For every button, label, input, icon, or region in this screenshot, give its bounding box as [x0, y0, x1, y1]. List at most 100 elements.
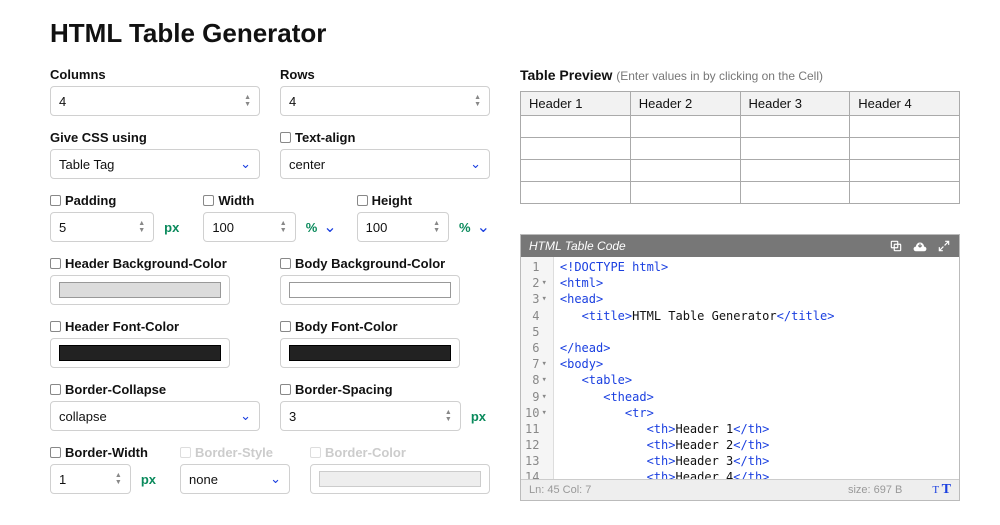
border-spacing-input[interactable]: 3 ▲▼: [280, 401, 461, 431]
stepper-icon[interactable]: ▲▼: [280, 220, 287, 234]
width-input[interactable]: 100 ▲▼: [203, 212, 295, 242]
border-width-unit[interactable]: px: [141, 472, 156, 487]
border-width-checkbox[interactable]: [50, 447, 61, 458]
preview-cell[interactable]: [740, 182, 850, 204]
expand-icon[interactable]: [937, 239, 951, 253]
preview-cell[interactable]: [521, 182, 631, 204]
body-bg-color[interactable]: [280, 275, 460, 305]
header-bg-label: Header Background-Color: [50, 256, 260, 271]
preview-cell[interactable]: [850, 138, 960, 160]
code-gutter: 1 2▾3▾4 5 6 7▾8▾9▾10▾11 12 13 14 15 16: [521, 257, 554, 479]
chevron-down-icon: ⌄: [270, 471, 281, 487]
code-panel: HTML Table Code 1 2▾3▾4 5 6 7▾8▾9▾10▾11 …: [520, 234, 960, 501]
columns-input[interactable]: 4 ▲▼: [50, 86, 260, 116]
border-color-swatch[interactable]: [310, 464, 490, 494]
header-font-checkbox[interactable]: [50, 321, 61, 332]
stepper-icon[interactable]: ▲▼: [433, 220, 440, 234]
preview-cell[interactable]: [630, 160, 740, 182]
chevron-down-icon[interactable]: ⌄: [323, 217, 336, 237]
border-width-value: 1: [59, 472, 66, 487]
padding-unit[interactable]: px: [164, 220, 179, 235]
width-checkbox[interactable]: [203, 195, 214, 206]
chevron-down-icon[interactable]: ⌄: [477, 217, 490, 237]
stepper-icon[interactable]: ▲▼: [115, 472, 122, 486]
height-label: Height: [357, 193, 490, 208]
text-align-value: center: [289, 157, 325, 172]
preview-cell[interactable]: [630, 138, 740, 160]
body-font-checkbox[interactable]: [280, 321, 291, 332]
settings-form: Columns 4 ▲▼ Rows 4 ▲▼ Give CSS using Ta…: [50, 67, 490, 508]
preview-cell[interactable]: [521, 116, 631, 138]
preview-header-cell[interactable]: Header 4: [850, 92, 960, 116]
preview-cell[interactable]: [850, 116, 960, 138]
stepper-icon[interactable]: ▲▼: [138, 220, 145, 234]
width-value: 100: [212, 220, 234, 235]
border-collapse-label: Border-Collapse: [50, 382, 260, 397]
chevron-down-icon: ⌄: [240, 156, 251, 172]
border-collapse-checkbox[interactable]: [50, 384, 61, 395]
text-size-icon[interactable]: T T: [932, 482, 951, 498]
css-using-value: Table Tag: [59, 157, 114, 172]
preview-hint: (Enter values in by clicking on the Cell…: [616, 69, 823, 83]
preview-cell[interactable]: [740, 116, 850, 138]
padding-input[interactable]: 5 ▲▼: [50, 212, 154, 242]
border-spacing-checkbox[interactable]: [280, 384, 291, 395]
stepper-icon[interactable]: ▲▼: [474, 94, 481, 108]
preview-header-cell[interactable]: Header 1: [521, 92, 631, 116]
columns-label: Columns: [50, 67, 260, 82]
columns-value: 4: [59, 94, 66, 109]
preview-cell[interactable]: [630, 116, 740, 138]
preview-header-cell[interactable]: Header 3: [740, 92, 850, 116]
preview-cell[interactable]: [850, 182, 960, 204]
table-preview[interactable]: Header 1Header 2Header 3Header 4: [520, 91, 960, 204]
border-style-value: none: [189, 472, 218, 487]
body-font-label: Body Font-Color: [280, 319, 490, 334]
code-statusbar: Ln: 45 Col: 7 size: 697 B T T: [521, 479, 959, 500]
copy-icon[interactable]: [889, 239, 903, 253]
border-spacing-label: Border-Spacing: [280, 382, 490, 397]
border-style-checkbox[interactable]: [180, 447, 191, 458]
preview-cell[interactable]: [740, 138, 850, 160]
text-align-checkbox[interactable]: [280, 132, 291, 143]
padding-label: Padding: [50, 193, 183, 208]
height-unit[interactable]: %: [459, 220, 471, 235]
preview-cell[interactable]: [850, 160, 960, 182]
width-unit[interactable]: %: [306, 220, 318, 235]
border-spacing-value: 3: [289, 409, 296, 424]
code-content[interactable]: <!DOCTYPE html><html><head> <title>HTML …: [554, 257, 848, 479]
preview-cell[interactable]: [740, 160, 850, 182]
chevron-down-icon: ⌄: [240, 408, 251, 424]
body-font-color[interactable]: [280, 338, 460, 368]
height-value: 100: [366, 220, 388, 235]
rows-input[interactable]: 4 ▲▼: [280, 86, 490, 116]
preview-header-cell[interactable]: Header 2: [630, 92, 740, 116]
preview-cell[interactable]: [521, 160, 631, 182]
preview-title: Table Preview (Enter values in by clicki…: [520, 67, 960, 83]
border-color-checkbox[interactable]: [310, 447, 321, 458]
width-label: Width: [203, 193, 336, 208]
header-bg-color[interactable]: [50, 275, 230, 305]
border-collapse-select[interactable]: collapse ⌄: [50, 401, 260, 431]
stepper-icon[interactable]: ▲▼: [445, 409, 452, 423]
padding-checkbox[interactable]: [50, 195, 61, 206]
height-input[interactable]: 100 ▲▼: [357, 212, 449, 242]
rows-value: 4: [289, 94, 296, 109]
header-font-color[interactable]: [50, 338, 230, 368]
border-collapse-value: collapse: [59, 409, 107, 424]
body-bg-checkbox[interactable]: [280, 258, 291, 269]
header-bg-checkbox[interactable]: [50, 258, 61, 269]
height-checkbox[interactable]: [357, 195, 368, 206]
border-spacing-unit[interactable]: px: [471, 409, 486, 424]
preview-cell[interactable]: [630, 182, 740, 204]
css-using-select[interactable]: Table Tag ⌄: [50, 149, 260, 179]
text-align-select[interactable]: center ⌄: [280, 149, 490, 179]
text-align-label: Text-align: [280, 130, 490, 145]
preview-cell[interactable]: [521, 138, 631, 160]
download-icon[interactable]: [913, 239, 927, 253]
border-width-label: Border-Width: [50, 445, 160, 460]
page-title: HTML Table Generator: [50, 18, 960, 49]
border-style-select[interactable]: none ⌄: [180, 464, 290, 494]
chevron-down-icon: ⌄: [470, 156, 481, 172]
border-width-input[interactable]: 1 ▲▼: [50, 464, 131, 494]
stepper-icon[interactable]: ▲▼: [244, 94, 251, 108]
